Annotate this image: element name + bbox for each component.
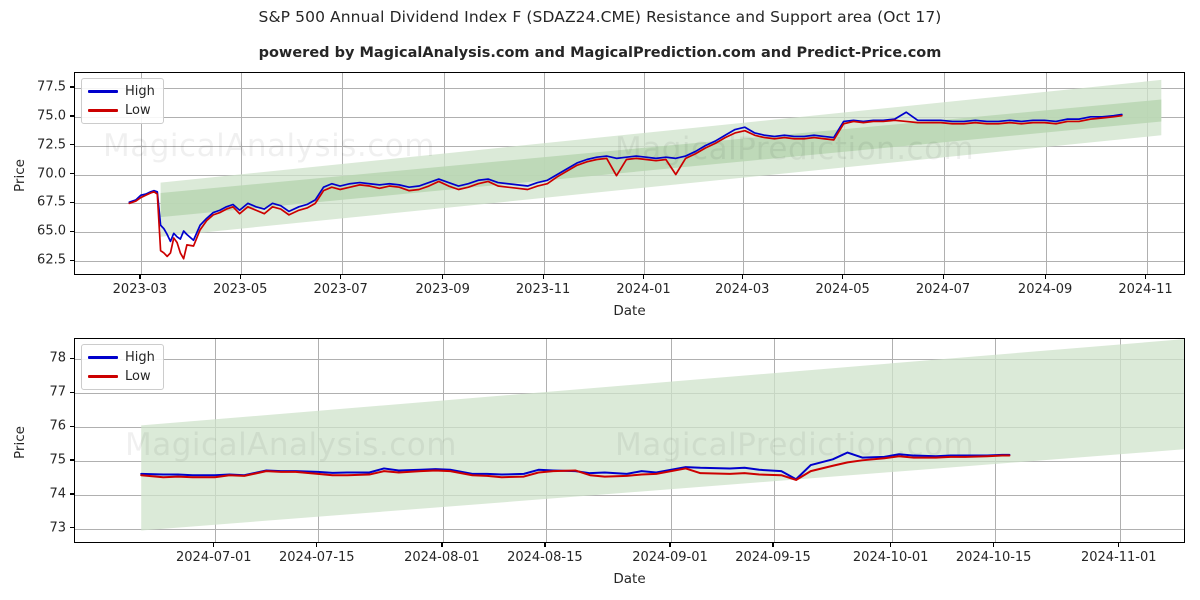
- zoom-legend: High Low: [81, 344, 164, 390]
- legend-label-high: High: [125, 84, 155, 99]
- x-tick-label: 2024-11-01: [1080, 550, 1157, 565]
- x-tick-mark: [890, 543, 892, 547]
- zoom-chart-plot-area: MagicalAnalysis.comMagicalPrediction.com: [74, 338, 1185, 543]
- y-tick-mark: [70, 115, 74, 117]
- y-tick-mark: [70, 391, 74, 393]
- legend-swatch-low: [88, 109, 118, 112]
- x-tick-label: 2024-09-01: [632, 550, 708, 565]
- x-tick-mark: [139, 275, 141, 279]
- y-tick-label: 74: [49, 486, 66, 502]
- overview-x-axis-label: Date: [613, 303, 646, 319]
- x-tick-mark: [772, 543, 774, 547]
- y-tick-label: 62.5: [37, 252, 66, 268]
- x-tick-mark: [1044, 275, 1046, 279]
- x-tick-mark: [442, 275, 444, 279]
- chart-figure: S&P 500 Annual Dividend Index F (SDAZ24.…: [0, 0, 1200, 600]
- overview-y-axis-label: Price: [12, 158, 28, 192]
- y-tick-mark: [70, 173, 74, 175]
- page-title: S&P 500 Annual Dividend Index F (SDAZ24.…: [258, 8, 942, 26]
- y-tick-label: 70.0: [37, 166, 66, 181]
- page-subtitle: powered by MagicalAnalysis.com and Magic…: [258, 45, 942, 61]
- zoom-x-axis-label: Date: [613, 571, 646, 587]
- x-tick-label: 2024-09-15: [735, 550, 811, 565]
- y-tick-label: 77.5: [37, 79, 66, 95]
- y-tick-label: 65.0: [37, 223, 66, 239]
- zoom-y-axis-label: Price: [12, 425, 28, 459]
- x-tick-mark: [340, 275, 342, 279]
- x-tick-label: 2024-07-01: [176, 550, 252, 565]
- x-tick-mark: [1118, 543, 1120, 547]
- y-tick-mark: [70, 201, 74, 204]
- y-tick-label: 75: [49, 452, 66, 468]
- x-tick-mark: [993, 543, 995, 547]
- y-tick-label: 75.0: [37, 108, 66, 124]
- x-tick-mark: [213, 543, 215, 547]
- x-tick-label: 2023-11: [515, 282, 571, 297]
- legend-swatch-high: [88, 356, 118, 359]
- series-line-high: [128, 111, 1123, 243]
- y-tick-label: 73: [49, 520, 66, 536]
- zoom-price-series: [140, 451, 1011, 481]
- y-tick-mark: [70, 459, 74, 461]
- x-tick-mark: [544, 543, 546, 547]
- legend-label-low: Low: [125, 369, 151, 384]
- x-tick-label: 2024-08-01: [404, 550, 480, 565]
- series-line-high: [140, 451, 1011, 481]
- overview-price-series: [128, 111, 1123, 260]
- x-tick-label: 2024-08-15: [507, 550, 583, 565]
- legend-item-high: High: [88, 350, 155, 365]
- x-tick-mark: [942, 275, 944, 279]
- y-tick-mark: [70, 357, 74, 360]
- y-tick-label: 67.5: [37, 194, 66, 210]
- x-tick-label: 2023-09: [415, 282, 470, 297]
- x-tick-mark: [1145, 275, 1147, 279]
- legend-label-low: Low: [125, 103, 151, 118]
- overview-legend: High Low: [81, 78, 164, 124]
- x-tick-mark: [239, 275, 241, 279]
- x-tick-label: 2024-07-15: [279, 550, 355, 565]
- y-tick-label: 72.5: [37, 137, 66, 153]
- x-tick-label: 2024-11: [1118, 282, 1173, 297]
- x-tick-label: 2024-09: [1017, 282, 1073, 297]
- legend-item-high: High: [88, 84, 155, 99]
- y-tick-label: 77: [49, 384, 66, 400]
- y-tick-mark: [70, 493, 74, 495]
- x-tick-label: 2023-05: [213, 282, 268, 297]
- legend-swatch-high: [88, 90, 118, 93]
- y-tick-mark: [70, 259, 74, 261]
- x-tick-label: 2024-07: [915, 282, 971, 297]
- x-tick-label: 2024-10-01: [852, 550, 929, 565]
- overview-chart-plot-area: MagicalAnalysis.comMagicalPrediction.com: [74, 72, 1185, 275]
- x-tick-label: 2023-07: [313, 282, 368, 297]
- series-line-low: [128, 114, 1123, 260]
- y-tick-label: 78: [49, 350, 66, 366]
- x-tick-label: 2023-03: [112, 282, 167, 297]
- legend-item-low: Low: [88, 103, 155, 118]
- x-tick-mark: [669, 543, 671, 547]
- x-tick-label: 2024-01: [616, 282, 671, 297]
- y-tick-mark: [70, 527, 74, 529]
- x-tick-label: 2024-10-15: [955, 550, 1032, 565]
- x-tick-mark: [542, 275, 544, 279]
- y-tick-mark: [70, 144, 74, 146]
- y-tick-label: 76: [49, 418, 66, 434]
- y-tick-mark: [70, 230, 74, 232]
- y-tick-mark: [70, 425, 74, 427]
- x-tick-label: 2024-03: [715, 282, 770, 297]
- x-tick-mark: [316, 543, 318, 547]
- series-line-low: [140, 454, 1011, 481]
- legend-label-high: High: [125, 350, 155, 365]
- legend-swatch-low: [88, 375, 118, 378]
- legend-item-low: Low: [88, 369, 155, 384]
- x-tick-mark: [441, 543, 443, 547]
- x-tick-mark: [842, 275, 844, 279]
- x-tick-mark: [741, 275, 743, 279]
- x-tick-mark: [642, 275, 645, 279]
- y-tick-mark: [70, 86, 74, 88]
- x-tick-label: 2024-05: [815, 282, 870, 297]
